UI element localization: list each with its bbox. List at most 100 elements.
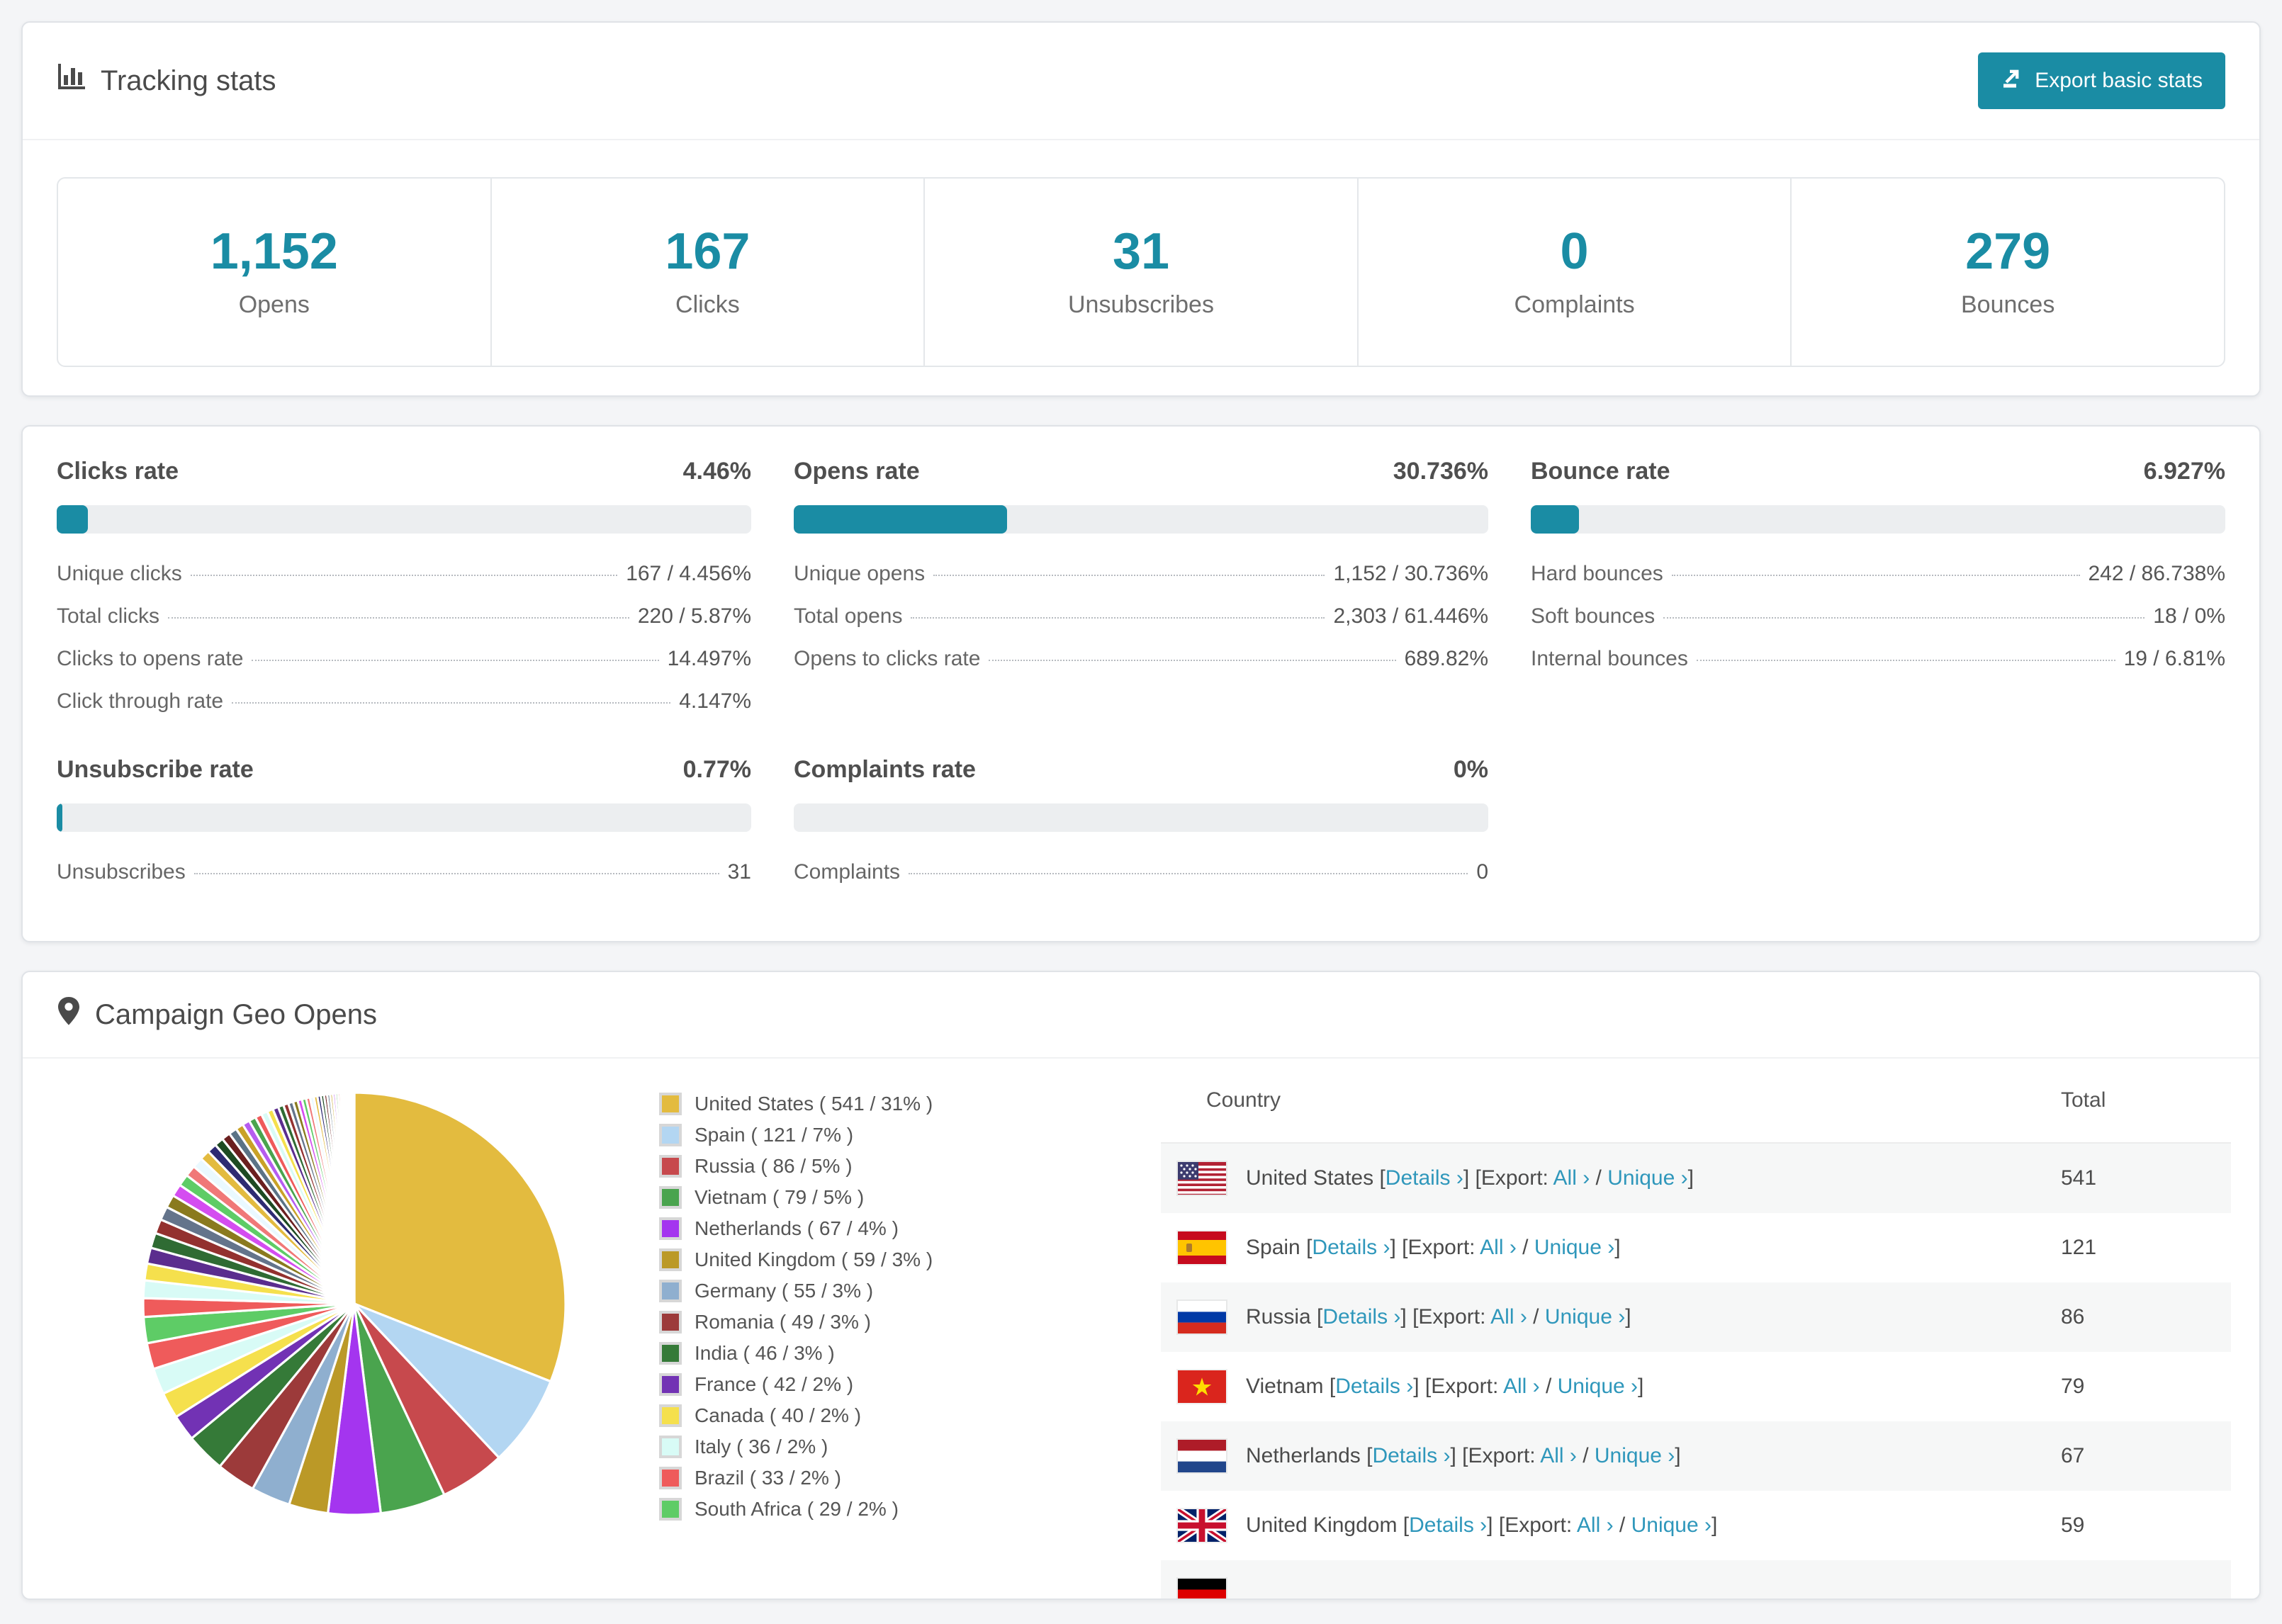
export-all-link[interactable]: All › [1577,1513,1614,1537]
rate-stat-value: 19 / 6.81% [2123,647,2225,670]
legend-label: Canada ( 40 / 2% ) [695,1404,862,1426]
export-unique-link[interactable]: Unique › [1545,1305,1625,1329]
details-link[interactable]: Details › [1409,1513,1487,1537]
unsubscribe-rate-block: Unsubscribe rate 0.77% Unsubscribes 31 [57,756,751,884]
rate-progress-bar [794,803,1488,832]
rate-stat-label: Unique clicks [57,562,182,585]
legend-item-united-kingdom[interactable]: United Kingdom ( 59 / 3% ) [659,1248,933,1271]
legend-label: India ( 46 / 3% ) [695,1342,835,1364]
legend-item-spain[interactable]: Spain ( 121 / 7% ) [659,1124,933,1146]
rate-stat-value: 14.497% [667,647,751,670]
export-all-link[interactable]: All › [1503,1375,1540,1398]
rate-value: 4.46% [682,458,751,485]
rate-stat-row: Clicks to opens rate 14.497% [57,647,751,671]
export-icon [2001,67,2023,95]
rate-progress-fill [1531,505,1579,534]
bounce-rate-block: Bounce rate 6.927% Hard bounces 242 / 86.73… [1531,458,2225,714]
export-unique-link[interactable]: Unique › [1558,1375,1638,1398]
rate-stat-row: Click through rate 4.147% [57,689,751,714]
legend-label: Italy ( 36 / 2% ) [695,1436,828,1457]
opens-label: Opens [238,291,310,319]
de-flag-icon [1178,1579,1226,1598]
geo-table-row-united-kingdom: United Kingdom [Details ›] [Export: All … [1161,1491,2231,1560]
export-basic-stats-button[interactable]: Export basic stats [1978,52,2225,109]
rate-stat-label: Clicks to opens rate [57,647,244,670]
rate-stat-value: 31 [727,860,751,884]
legend-label: Netherlands ( 67 / 4% ) [695,1217,899,1239]
country-cell: United Kingdom [Details ›] [Export: All … [1161,1509,2061,1542]
rate-stat-row: Total clicks 220 / 5.87% [57,604,751,628]
legend-swatch [659,1342,682,1365]
dotted-leader [190,575,618,576]
nl-flag-icon [1178,1440,1226,1472]
export-all-link[interactable]: All › [1553,1166,1590,1190]
rate-stat-label: Complaints [794,860,901,884]
legend-swatch [659,1498,682,1521]
legend-item-india[interactable]: India ( 46 / 3% ) [659,1342,933,1365]
legend-item-south-africa[interactable]: South Africa ( 29 / 2% ) [659,1498,933,1521]
rate-title: Clicks rate [57,458,179,485]
legend-item-russia[interactable]: Russia ( 86 / 5% ) [659,1155,933,1178]
rate-stat-row: Hard bounces 242 / 86.738% [1531,562,2225,586]
legend-item-romania[interactable]: Romania ( 49 / 3% ) [659,1311,933,1333]
geo-table: Country Total United States [Details ›] … [1161,1059,2231,1598]
tracking-stats-card: Tracking stats Export basic stats 1,152 … [21,21,2261,397]
dotted-leader [933,575,1325,576]
legend-label: United Kingdom ( 59 / 3% ) [695,1248,933,1270]
export-all-link[interactable]: All › [1540,1444,1577,1467]
rate-value: 30.736% [1393,458,1488,485]
export-unique-link[interactable]: Unique › [1607,1166,1687,1190]
details-link[interactable]: Details › [1322,1305,1400,1329]
export-unique-link[interactable]: Unique › [1631,1513,1712,1537]
export-unique-link[interactable]: Unique › [1534,1236,1614,1259]
rate-stat-value: 220 / 5.87% [637,604,751,628]
ru-flag-icon [1178,1301,1226,1333]
rate-stat-value: 689.82% [1404,647,1488,670]
details-link[interactable]: Details › [1335,1375,1413,1398]
rate-value: 6.927% [2143,458,2225,485]
country-cell: Vietnam [Details ›] [Export: All › / Uni… [1161,1370,2061,1403]
details-link[interactable]: Details › [1312,1236,1390,1259]
tracking-stats-page: Tracking stats Export basic stats 1,152 … [0,0,2282,1624]
legend-swatch [659,1404,682,1427]
rate-title: Unsubscribe rate [57,756,254,783]
legend-swatch [659,1311,682,1333]
legend-item-germany[interactable]: Germany ( 55 / 3% ) [659,1280,933,1302]
geo-header: Campaign Geo Opens [23,972,2259,1059]
page-title: Tracking stats [101,64,276,96]
dotted-leader [252,660,659,661]
rate-stat-label: Hard bounces [1531,562,1663,585]
legend-item-brazil[interactable]: Brazil ( 33 / 2% ) [659,1467,933,1489]
legend-swatch [659,1155,682,1178]
geo-table-row-netherlands: Netherlands [Details ›] [Export: All › /… [1161,1421,2231,1491]
legend-item-vietnam[interactable]: Vietnam ( 79 / 5% ) [659,1186,933,1209]
clicks-rate-block: Clicks rate 4.46% Unique clicks 167 / 4.456… [57,458,751,714]
legend-item-france[interactable]: France ( 42 / 2% ) [659,1373,933,1396]
geo-table-header: Country Total [1161,1059,2231,1144]
export-all-link[interactable]: All › [1490,1305,1527,1329]
details-link[interactable]: Details › [1372,1444,1450,1467]
country-cell [1161,1579,2061,1598]
dotted-leader [909,873,1468,874]
export-all-link[interactable]: All › [1480,1236,1517,1259]
legend-swatch [659,1217,682,1240]
summary-boxes: 1,152 Opens 167 Clicks 31 Unsubscribes 0… [57,177,2225,367]
summary-opens: 1,152 Opens [58,179,490,366]
unsubscribes-label: Unsubscribes [1067,291,1214,319]
legend-item-canada[interactable]: Canada ( 40 / 2% ) [659,1404,933,1427]
legend-item-united-states[interactable]: United States ( 541 / 31% ) [659,1093,933,1115]
legend-swatch [659,1467,682,1489]
export-unique-link[interactable]: Unique › [1595,1444,1675,1467]
details-link[interactable]: Details › [1386,1166,1463,1190]
total-cell: 59 [2061,1513,2085,1537]
summary-complaints: 0 Complaints [1356,179,1791,366]
rate-stat-row: Opens to clicks rate 689.82% [794,647,1488,671]
legend-swatch [659,1373,682,1396]
legend-item-netherlands[interactable]: Netherlands ( 67 / 4% ) [659,1217,933,1240]
campaign-geo-opens-card: Campaign Geo Opens United States ( 541 /… [21,971,2261,1600]
legend-item-italy[interactable]: Italy ( 36 / 2% ) [659,1436,933,1458]
geo-pie-legend: United States ( 541 / 31% ) Spain ( 121 /… [659,1093,933,1529]
legend-swatch [659,1280,682,1302]
geo-table-body: United States [Details ›] [Export: All ›… [1161,1144,2231,1598]
rate-stat-row: Unique clicks 167 / 4.456% [57,562,751,586]
